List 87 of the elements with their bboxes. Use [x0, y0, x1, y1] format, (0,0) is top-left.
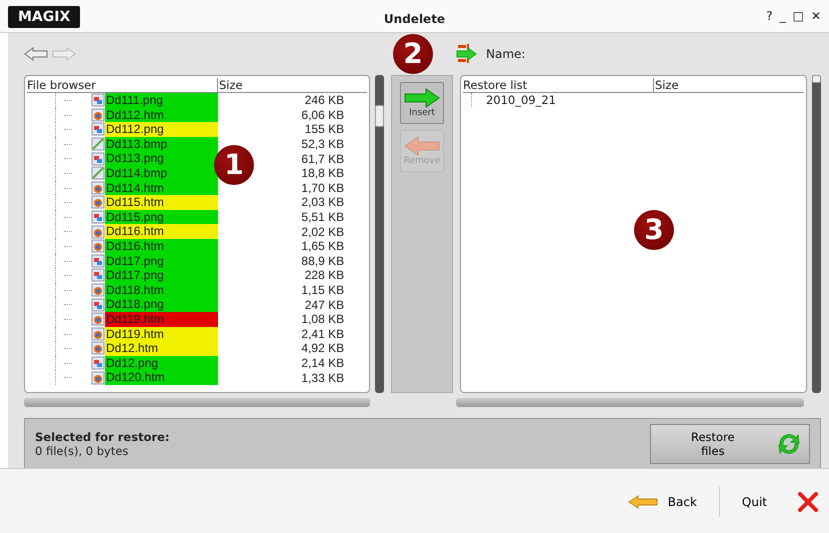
globe-file-icon: [91, 195, 105, 210]
file-name[interactable]: Dd118.htm: [105, 282, 218, 298]
window-title: Undelete: [384, 12, 446, 26]
left-arrow-icon: [404, 136, 440, 156]
brush-file-icon: [91, 137, 105, 152]
file-name[interactable]: Dd117.png: [105, 268, 218, 283]
file-size: 1,08 KB: [300, 312, 344, 326]
file-name[interactable]: Dd112.htm: [105, 108, 218, 122]
file-name[interactable]: Dd120.htm: [105, 370, 218, 385]
scrollbar[interactable]: [456, 398, 804, 407]
file-name[interactable]: Dd12.png: [105, 356, 218, 370]
file-name[interactable]: Dd115.htm: [105, 195, 218, 210]
globe-file-icon: [91, 370, 105, 385]
window-control[interactable]: _: [780, 9, 786, 23]
file-name[interactable]: Dd118.png: [105, 297, 218, 312]
file-name[interactable]: Dd112.png: [105, 122, 218, 137]
file-size: 155 KB: [304, 122, 344, 136]
file-name[interactable]: Dd113.png: [105, 151, 218, 166]
brush-file-icon: [91, 166, 105, 180]
name-label: Name:: [486, 47, 526, 61]
file-size: 1,70 KB: [300, 180, 344, 195]
window-control[interactable]: □: [792, 9, 804, 23]
image-file-icon: [91, 254, 105, 268]
file-size: 61,7 KB: [300, 152, 344, 166]
image-file-icon: [91, 210, 105, 224]
file-name[interactable]: Dd116.htm: [105, 238, 218, 254]
file-size: 18,8 KB: [300, 166, 344, 180]
globe-file-icon: [91, 224, 105, 239]
window-control[interactable]: ✕: [810, 9, 821, 23]
file-size: 2,02 KB: [300, 224, 344, 239]
scrollbar[interactable]: [24, 398, 370, 407]
image-file-icon: [91, 356, 105, 370]
image-file-icon: [91, 122, 105, 136]
file-size: 52,3 KB: [300, 137, 344, 152]
column-header[interactable]: Size: [654, 78, 679, 92]
globe-file-icon: [91, 108, 105, 122]
image-file-icon: [91, 93, 105, 108]
back-arrow-icon[interactable]: [24, 47, 48, 61]
scrollbar[interactable]: [375, 75, 384, 393]
file-size: 247 KB: [304, 298, 344, 312]
file-size: 228 KB: [304, 268, 344, 282]
folder-item[interactable]: 2010_09_21: [470, 93, 806, 107]
file-name[interactable]: Dd114.bmp: [105, 166, 218, 181]
scrollbar[interactable]: [812, 75, 822, 393]
image-file-icon: [91, 298, 105, 312]
window-control[interactable]: ?: [766, 9, 773, 23]
globe-file-icon: [91, 180, 105, 195]
column-header[interactable]: Restore list: [462, 78, 654, 92]
file-size: 5,51 KB: [300, 210, 344, 224]
file-size: 88,9 KB: [300, 254, 344, 268]
globe-file-icon: [91, 283, 105, 298]
back-arrow-icon: [628, 495, 658, 509]
right-arrow-icon: [404, 88, 440, 108]
globe-file-icon: [91, 326, 105, 341]
file-name[interactable]: Dd12.htm: [105, 341, 218, 356]
back-button[interactable]: Back: [624, 491, 701, 513]
file-size: 1,33 KB: [300, 370, 344, 385]
file-name[interactable]: Dd115.png: [105, 210, 218, 224]
close-icon: [797, 491, 819, 513]
file-size: 246 KB: [304, 93, 344, 108]
file-size: 2,03 KB: [300, 195, 344, 210]
app-logo: MAGIX: [8, 6, 80, 28]
image-file-icon: [91, 268, 105, 282]
file-name[interactable]: Dd113.bmp: [105, 136, 218, 152]
column-header[interactable]: File browser: [27, 78, 218, 92]
file-size: 2,41 KB: [300, 326, 344, 341]
insert-button[interactable]: Insert: [400, 82, 444, 124]
quit-button[interactable]: Quit: [738, 487, 823, 517]
file-name[interactable]: Dd119.htm: [105, 326, 218, 342]
column-header[interactable]: Size: [218, 78, 243, 92]
globe-file-icon: [91, 312, 105, 326]
file-name[interactable]: Dd117.png: [105, 254, 218, 268]
image-file-icon: [91, 152, 105, 166]
file-size: 1,15 KB: [300, 283, 344, 298]
status-title: Selected for restore:: [35, 430, 170, 444]
arrows-icon: [456, 43, 478, 65]
file-name[interactable]: Dd111.png: [105, 93, 218, 108]
file-size: 2,14 KB: [300, 356, 344, 370]
globe-file-icon: [91, 239, 105, 254]
globe-file-icon: [91, 341, 105, 356]
restore-files-button[interactable]: Restore files: [650, 424, 810, 464]
file-size: 1,65 KB: [300, 239, 344, 254]
file-size: 4,92 KB: [300, 341, 344, 356]
file-name[interactable]: Dd114.htm: [105, 180, 218, 196]
file-size: 6,06 KB: [300, 108, 344, 122]
status-summary: 0 file(s), 0 bytes: [35, 444, 130, 458]
file-name[interactable]: Dd116.htm: [105, 224, 218, 239]
